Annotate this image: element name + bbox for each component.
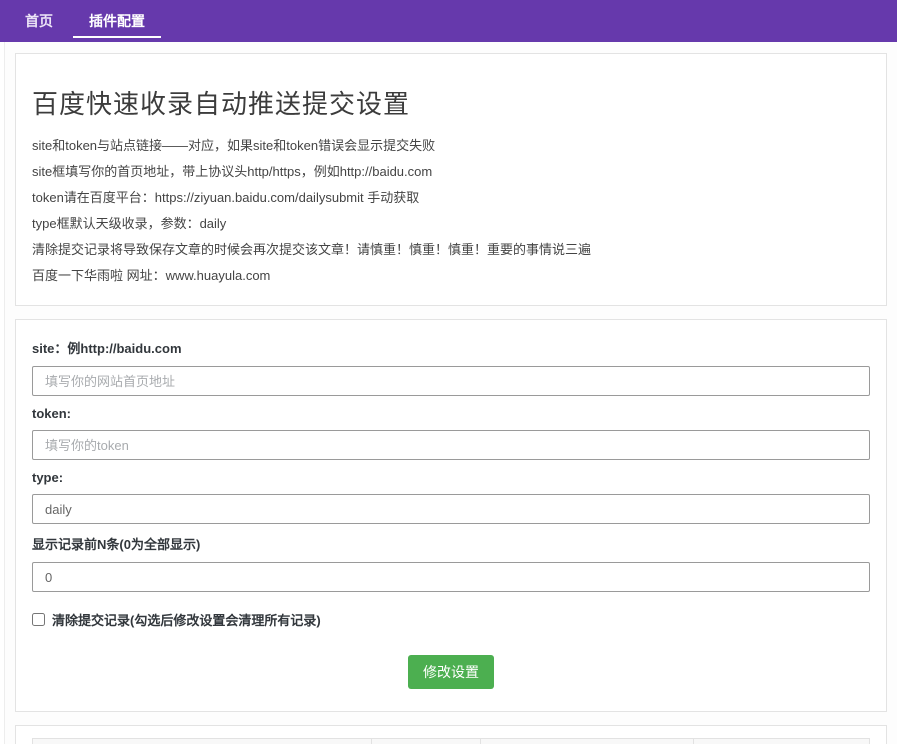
intro-line-3: token请在百度平台：https://ziyuan.baidu.com/dai… [32, 185, 870, 211]
clear-records-row: 清除提交记录(勾选后修改设置会清理所有记录) [32, 610, 870, 629]
save-settings-button[interactable]: 修改设置 [408, 655, 494, 689]
nav-tab-home-label: 首页 [25, 11, 53, 31]
token-input[interactable] [32, 430, 870, 460]
records-table-header-row: 提交网址 提交状态 提交时间 错误原因 [33, 739, 870, 744]
page-title: 百度快速收录自动推送提交设置 [32, 84, 870, 121]
col-header-submit-time: 提交时间 [480, 739, 693, 744]
site-field-label: site：例http://baidu.com [32, 338, 870, 357]
col-header-error-reason: 错误原因 [694, 739, 870, 744]
intro-line-6: 百度一下华雨啦 网址：www.huayula.com [32, 263, 870, 289]
nav-tab-home[interactable]: 首页 [7, 0, 71, 42]
page-content: 百度快速收录自动推送提交设置 site和token与站点链接——对应，如果sit… [4, 42, 897, 744]
intro-line-2: site框填写你的首页地址，带上协议头http/https，例如http://b… [32, 159, 870, 185]
top-nav: 首页 插件配置 [0, 0, 897, 42]
submit-row: 修改设置 [32, 655, 870, 689]
token-field-label: token: [32, 406, 870, 421]
intro-line-1: site和token与站点链接——对应，如果site和token错误会显示提交失… [32, 133, 870, 159]
intro-line-4: type框默认天级收录，参数：daily [32, 211, 870, 237]
col-header-submit-url: 提交网址 [33, 739, 372, 744]
intro-line-5: 清除提交记录将导致保存文章的时候会再次提交该文章！请慎重！慎重！慎重！重要的事情… [32, 237, 870, 263]
type-input[interactable] [32, 494, 870, 524]
nav-tab-plugin-config[interactable]: 插件配置 [71, 0, 163, 42]
limit-field-label: 显示记录前N条(0为全部显示) [32, 534, 870, 553]
clear-records-label: 清除提交记录(勾选后修改设置会清理所有记录) [52, 610, 321, 629]
site-input[interactable] [32, 366, 870, 396]
clear-records-checkbox[interactable] [32, 613, 45, 626]
limit-input[interactable] [32, 562, 870, 592]
records-table: 提交网址 提交状态 提交时间 错误原因 [32, 738, 870, 744]
nav-tab-plugin-config-label: 插件配置 [89, 11, 145, 31]
records-table-card: 提交网址 提交状态 提交时间 错误原因 [15, 725, 887, 744]
active-tab-underline [73, 36, 161, 38]
intro-card: 百度快速收录自动推送提交设置 site和token与站点链接——对应，如果sit… [15, 53, 887, 306]
type-field-label: type: [32, 470, 870, 485]
settings-form-card: site：例http://baidu.com token: type: 显示记录… [15, 319, 887, 712]
col-header-submit-status: 提交状态 [371, 739, 480, 744]
